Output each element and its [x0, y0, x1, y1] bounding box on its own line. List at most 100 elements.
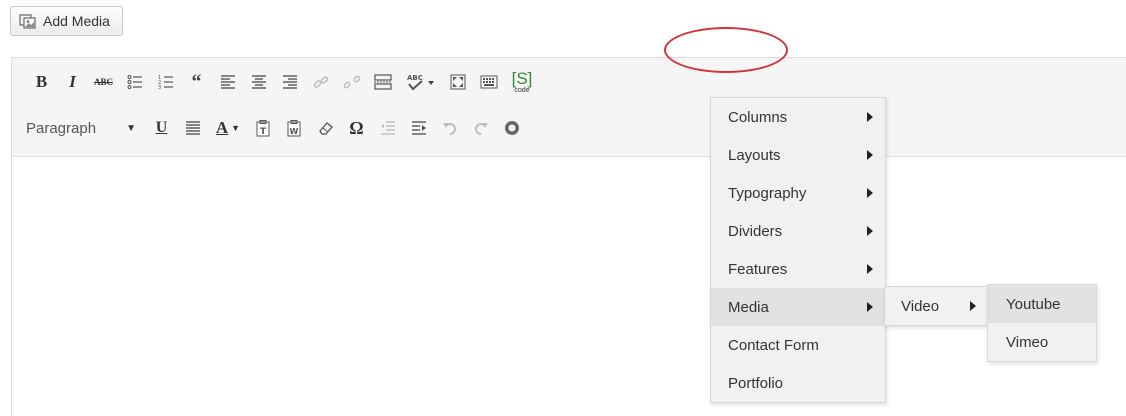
- editor-toolbar: B I ABC 123 “ ABC [S] code Paragraph ▼ U…: [12, 58, 1126, 157]
- align-left-icon: [220, 75, 235, 89]
- quote-icon: “: [191, 70, 202, 93]
- outdent-icon: [380, 121, 395, 135]
- insert-more-button[interactable]: [367, 69, 398, 95]
- numbered-list-button[interactable]: 123: [150, 69, 181, 95]
- menu-item-label: Typography: [728, 184, 807, 202]
- shortcode-icon: [S]: [511, 68, 533, 88]
- indent-button[interactable]: [403, 115, 434, 141]
- chevron-down-icon: ▼: [231, 123, 241, 133]
- bold-button[interactable]: B: [26, 69, 57, 95]
- paste-word-icon: W: [287, 119, 300, 136]
- align-right-button[interactable]: [274, 69, 305, 95]
- align-right-icon: [282, 75, 297, 89]
- italic-label: I: [69, 72, 76, 91]
- special-character-button[interactable]: Ω: [341, 115, 372, 141]
- paste-text-button[interactable]: T: [248, 115, 279, 141]
- menu-item-features[interactable]: Features: [711, 250, 885, 288]
- strikethrough-button[interactable]: ABC: [88, 69, 119, 95]
- menu-item-label: Youtube: [1006, 295, 1061, 313]
- chevron-right-icon: [867, 188, 873, 198]
- chevron-right-icon: [970, 301, 976, 311]
- add-media-button[interactable]: Add Media: [10, 6, 123, 36]
- menu-item-label: Contact Form: [728, 336, 819, 354]
- menu-item-label: Media: [728, 298, 769, 316]
- shortcode-sublabel: code: [514, 86, 530, 94]
- toolbar-toggle-button[interactable]: [473, 69, 504, 95]
- menu-item-layouts[interactable]: Layouts: [711, 136, 885, 174]
- paste-text-icon: T: [256, 119, 269, 137]
- bulleted-list-button[interactable]: [119, 69, 150, 95]
- numbered-list-icon: 123: [158, 75, 173, 90]
- menu-item-columns[interactable]: Columns: [711, 98, 885, 136]
- strikethrough-label: ABC: [93, 77, 113, 87]
- format-select[interactable]: Paragraph ▼: [22, 115, 140, 141]
- menu-item-vimeo[interactable]: Vimeo: [988, 323, 1096, 361]
- menu-item-media[interactable]: Media: [711, 288, 885, 326]
- svg-text:3: 3: [158, 85, 161, 90]
- clear-formatting-button[interactable]: [310, 115, 341, 141]
- unlink-icon: [343, 75, 360, 89]
- menu-item-contact-form[interactable]: Contact Form: [711, 326, 885, 364]
- read-more-icon: [373, 74, 392, 90]
- svg-text:W: W: [289, 127, 298, 136]
- paste-word-button[interactable]: W: [279, 115, 310, 141]
- align-center-icon: [251, 75, 266, 89]
- add-media-label: Add Media: [43, 13, 110, 29]
- help-button[interactable]: [496, 115, 527, 141]
- redo-icon: [474, 123, 488, 135]
- format-select-value: Paragraph: [26, 119, 97, 137]
- fullscreen-icon: [450, 74, 465, 90]
- shortcode-button[interactable]: [S] code: [504, 69, 540, 95]
- spellcheck-button[interactable]: ABC: [398, 69, 442, 95]
- text-color-button[interactable]: A ▼: [208, 115, 248, 141]
- menu-item-label: Vimeo: [1006, 333, 1049, 351]
- editor: B I ABC 123 “ ABC [S] code Paragraph ▼ U…: [11, 57, 1126, 416]
- chevron-right-icon: [867, 302, 873, 312]
- redo-button[interactable]: [465, 115, 496, 141]
- toolbar-row-1: B I ABC 123 “ ABC [S] code: [26, 68, 540, 96]
- shortcode-menu: Columns Layouts Typography Dividers Feat…: [710, 97, 886, 403]
- align-justify-icon: [185, 121, 200, 135]
- fullscreen-button[interactable]: [442, 69, 473, 95]
- menu-item-label: Columns: [728, 108, 788, 126]
- undo-button[interactable]: [434, 115, 465, 141]
- bulleted-list-icon: [127, 75, 142, 89]
- menu-item-dividers[interactable]: Dividers: [711, 212, 885, 250]
- menu-item-video[interactable]: Video: [885, 287, 988, 325]
- align-center-button[interactable]: [243, 69, 274, 95]
- menu-item-label: Dividers: [728, 222, 783, 240]
- italic-button[interactable]: I: [57, 69, 88, 95]
- chevron-right-icon: [867, 226, 873, 236]
- menu-item-label: Portfolio: [728, 374, 784, 392]
- media-icon: [19, 14, 36, 29]
- menu-item-label: Layouts: [728, 146, 781, 164]
- menu-item-label: Features: [728, 260, 788, 278]
- omega-icon: Ω: [349, 117, 364, 138]
- eraser-icon: [318, 122, 333, 135]
- menu-item-label: Video: [901, 297, 940, 315]
- chevron-right-icon: [867, 150, 873, 160]
- chevron-right-icon: [867, 264, 873, 274]
- outdent-button[interactable]: [372, 115, 403, 141]
- menu-item-portfolio[interactable]: Portfolio: [711, 364, 885, 402]
- help-icon: [504, 121, 519, 135]
- unlink-button[interactable]: [336, 69, 367, 95]
- underline-label: U: [155, 119, 168, 136]
- toolbar-row-2: Paragraph ▼ U A ▼ T W Ω: [22, 114, 527, 142]
- blockquote-button[interactable]: “: [181, 69, 212, 95]
- underline-button[interactable]: U: [146, 115, 177, 141]
- indent-icon: [411, 121, 426, 135]
- chevron-right-icon: [867, 112, 873, 122]
- insert-link-button[interactable]: [305, 69, 336, 95]
- justify-button[interactable]: [177, 115, 208, 141]
- align-left-button[interactable]: [212, 69, 243, 95]
- spellcheck-icon: ABC: [407, 74, 434, 91]
- menu-item-typography[interactable]: Typography: [711, 174, 885, 212]
- svg-text:ABC: ABC: [407, 74, 423, 82]
- text-color-icon: A: [215, 118, 229, 137]
- chevron-down-icon: ▼: [126, 122, 136, 134]
- bold-label: B: [35, 72, 48, 91]
- menu-item-youtube[interactable]: Youtube: [988, 285, 1096, 323]
- video-submenu: Youtube Vimeo: [987, 284, 1097, 362]
- svg-text:T: T: [260, 127, 267, 137]
